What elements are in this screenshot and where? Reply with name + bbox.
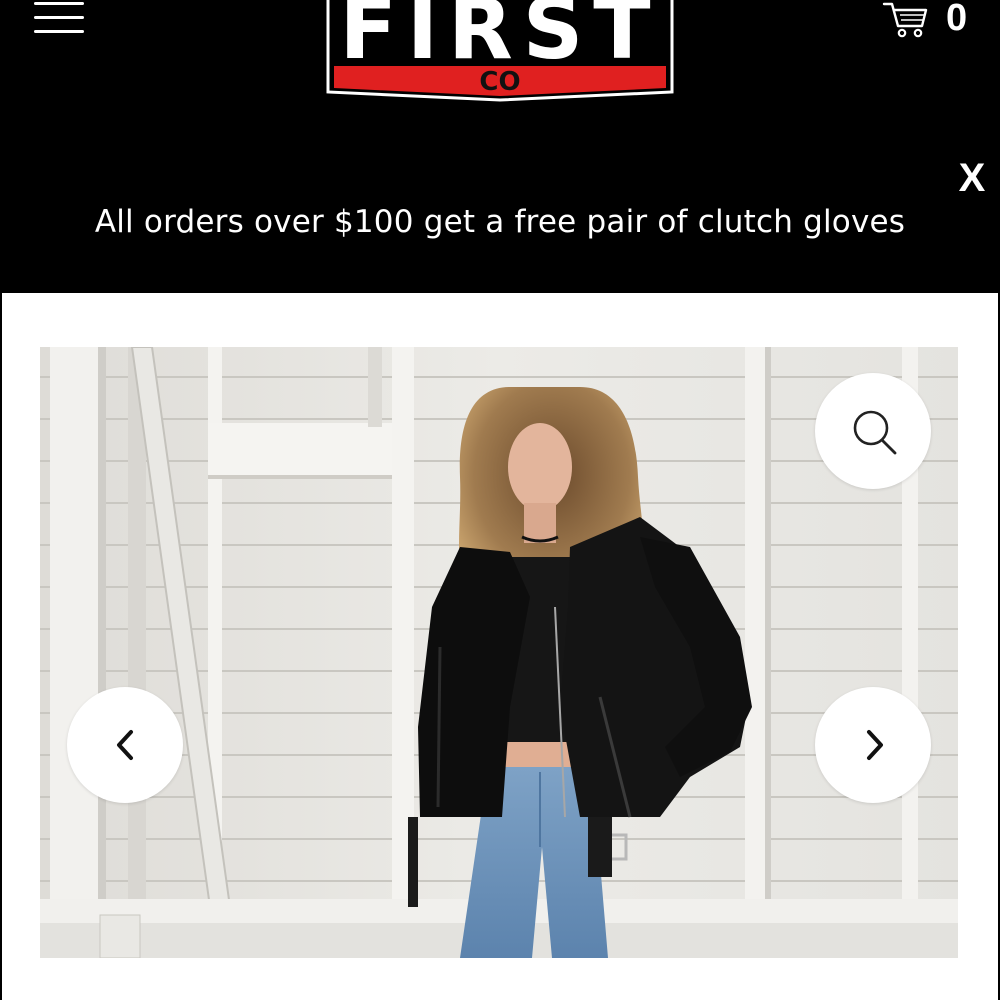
announcement-text: All orders over $100 get a free pair of …	[94, 204, 906, 240]
page: FIRST CO 0 X All orders over $100 get a …	[0, 0, 1000, 1000]
chevron-left-icon	[117, 730, 133, 760]
hamburger-menu-button[interactable]	[34, 0, 86, 36]
previous-image-button[interactable]	[67, 687, 183, 803]
close-announcement-button[interactable]: X	[952, 156, 992, 200]
magnifier-icon	[853, 410, 897, 455]
hamburger-line	[34, 16, 84, 19]
page-border-left	[0, 293, 2, 1000]
chevron-right-icon	[867, 730, 883, 760]
site-header: FIRST CO 0 X All orders over $100 get a …	[0, 0, 1000, 293]
shopping-cart-icon	[882, 2, 928, 38]
logo-subtext: CO	[479, 67, 520, 97]
next-image-button[interactable]	[815, 687, 931, 803]
zoom-button[interactable]	[815, 373, 931, 489]
hamburger-line	[34, 30, 84, 33]
site-logo[interactable]: FIRST CO	[326, 0, 674, 102]
cart-count: 0	[946, 0, 968, 39]
hamburger-menu-icon	[34, 2, 84, 5]
cart-button[interactable]: 0	[882, 0, 992, 40]
logo-graphic: FIRST CO	[326, 0, 674, 102]
